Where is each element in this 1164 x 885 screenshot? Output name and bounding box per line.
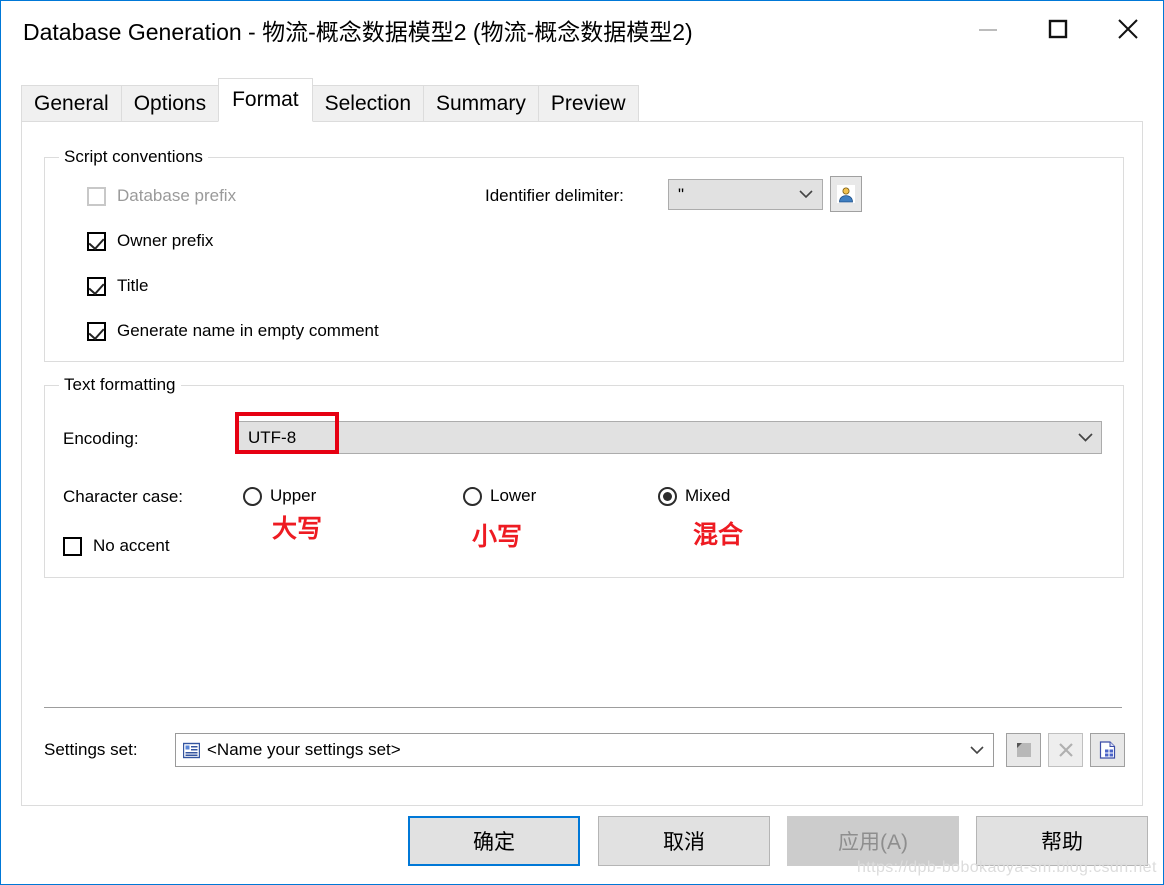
annotation-upper-note: 大写 bbox=[272, 515, 323, 543]
maximize-icon bbox=[1048, 19, 1068, 39]
help-button[interactable]: 帮助 bbox=[976, 816, 1148, 866]
format-tab-page: Script conventions Database prefix Owner… bbox=[21, 121, 1143, 806]
checkbox-no-accent[interactable]: No accent bbox=[63, 536, 170, 556]
checkbox-title-box bbox=[87, 276, 106, 296]
window-controls bbox=[953, 1, 1163, 57]
close-button[interactable] bbox=[1093, 1, 1163, 57]
text-formatting-title: Text formatting bbox=[59, 375, 181, 395]
tab-selection-label: Selection bbox=[324, 92, 411, 115]
chevron-down-icon bbox=[1069, 432, 1101, 443]
settings-set-combo[interactable]: <Name your settings set> bbox=[175, 733, 994, 767]
checkbox-generate-name-empty-comment-label: Generate name in empty comment bbox=[117, 321, 379, 340]
ok-button-label: 确定 bbox=[473, 831, 515, 854]
tab-options[interactable]: Options bbox=[120, 85, 220, 122]
tab-preview[interactable]: Preview bbox=[537, 85, 639, 122]
checkbox-database-prefix-label: Database prefix bbox=[117, 186, 237, 205]
radio-upper[interactable]: Upper bbox=[243, 486, 316, 506]
radio-mixed-dot bbox=[658, 486, 677, 506]
save-settings-set-button[interactable] bbox=[1006, 733, 1041, 767]
cancel-button-label: 取消 bbox=[663, 831, 705, 854]
settings-set-item-icon-wrap bbox=[176, 742, 200, 759]
apply-button-label: 应用(A) bbox=[838, 831, 908, 854]
checkbox-no-accent-label: No accent bbox=[93, 536, 170, 555]
edit-settings-set-button[interactable] bbox=[1090, 733, 1125, 767]
identifier-delimiter-value: " bbox=[678, 184, 685, 204]
annotation-mixed-note: 混合 bbox=[693, 521, 744, 549]
radio-mixed-label: Mixed bbox=[685, 486, 731, 505]
tab-summary[interactable]: Summary bbox=[423, 85, 539, 122]
apply-button: 应用(A) bbox=[787, 816, 959, 866]
checkbox-database-prefix-box bbox=[87, 186, 106, 206]
annotation-lower-note: 小写 bbox=[472, 523, 523, 551]
radio-upper-label: Upper bbox=[270, 486, 317, 505]
tab-selection[interactable]: Selection bbox=[311, 85, 424, 122]
x-icon bbox=[1058, 743, 1073, 757]
title-bar: Database Generation - 物流-概念数据模型2 (物流-概念数… bbox=[1, 1, 1163, 58]
tab-preview-label: Preview bbox=[550, 92, 626, 115]
minimize-button[interactable] bbox=[953, 1, 1023, 57]
checkbox-database-prefix[interactable]: Database prefix bbox=[87, 186, 236, 206]
chevron-down-icon bbox=[961, 745, 993, 755]
checkbox-owner-prefix-box bbox=[87, 231, 106, 251]
cancel-button[interactable]: 取消 bbox=[598, 816, 770, 866]
tab-options-label: Options bbox=[133, 92, 207, 115]
checkbox-owner-prefix[interactable]: Owner prefix bbox=[87, 231, 213, 251]
script-conventions-title: Script conventions bbox=[59, 147, 208, 167]
checkbox-generate-name-empty-comment[interactable]: Generate name in empty comment bbox=[87, 321, 379, 341]
checkbox-no-accent-box bbox=[63, 536, 82, 556]
settings-list-icon bbox=[183, 742, 200, 758]
save-icon bbox=[1016, 743, 1031, 757]
tab-format-label: Format bbox=[232, 88, 299, 111]
checkbox-title[interactable]: Title bbox=[87, 276, 149, 296]
radio-lower[interactable]: Lower bbox=[463, 486, 536, 506]
settings-set-label: Settings set: bbox=[44, 740, 138, 759]
tab-format[interactable]: Format bbox=[218, 78, 313, 122]
character-case-label: Character case: bbox=[63, 487, 183, 506]
tab-strip: General Options Format Selection Summary… bbox=[21, 78, 639, 122]
chevron-down-icon bbox=[790, 190, 822, 199]
tab-summary-label: Summary bbox=[436, 92, 526, 115]
radio-mixed[interactable]: Mixed bbox=[658, 486, 730, 506]
identifier-delimiter-user-button[interactable] bbox=[830, 176, 862, 212]
footer-separator bbox=[44, 707, 1122, 708]
text-formatting-group: Text formatting Encoding: UTF-8 Characte… bbox=[44, 375, 1124, 578]
close-icon bbox=[1118, 19, 1138, 39]
radio-upper-dot bbox=[243, 486, 262, 506]
minimize-icon bbox=[979, 29, 997, 31]
user-icon bbox=[837, 185, 855, 203]
tab-general[interactable]: General bbox=[21, 85, 122, 122]
window-title: Database Generation - 物流-概念数据模型2 (物流-概念数… bbox=[23, 18, 693, 45]
radio-lower-label: Lower bbox=[490, 486, 537, 505]
script-conventions-group: Script conventions Database prefix Owner… bbox=[44, 147, 1124, 362]
checkbox-owner-prefix-label: Owner prefix bbox=[117, 231, 214, 250]
identifier-delimiter-label: Identifier delimiter: bbox=[485, 186, 624, 205]
encoding-label: Encoding: bbox=[63, 429, 139, 448]
encoding-value: UTF-8 bbox=[248, 427, 297, 447]
tab-general-label: General bbox=[34, 92, 109, 115]
settings-set-value: <Name your settings set> bbox=[207, 740, 401, 759]
identifier-delimiter-combo[interactable]: " bbox=[668, 179, 823, 210]
maximize-button[interactable] bbox=[1023, 1, 1093, 57]
checkbox-title-label: Title bbox=[117, 276, 149, 295]
encoding-combo[interactable]: UTF-8 bbox=[238, 421, 1102, 454]
delete-settings-set-button bbox=[1048, 733, 1083, 767]
document-icon bbox=[1099, 741, 1116, 759]
checkbox-generate-name-empty-comment-box bbox=[87, 321, 106, 341]
radio-lower-dot bbox=[463, 486, 482, 506]
ok-button[interactable]: 确定 bbox=[408, 816, 580, 866]
database-generation-dialog: Database Generation - 物流-概念数据模型2 (物流-概念数… bbox=[0, 0, 1164, 885]
help-button-label: 帮助 bbox=[1041, 831, 1083, 854]
